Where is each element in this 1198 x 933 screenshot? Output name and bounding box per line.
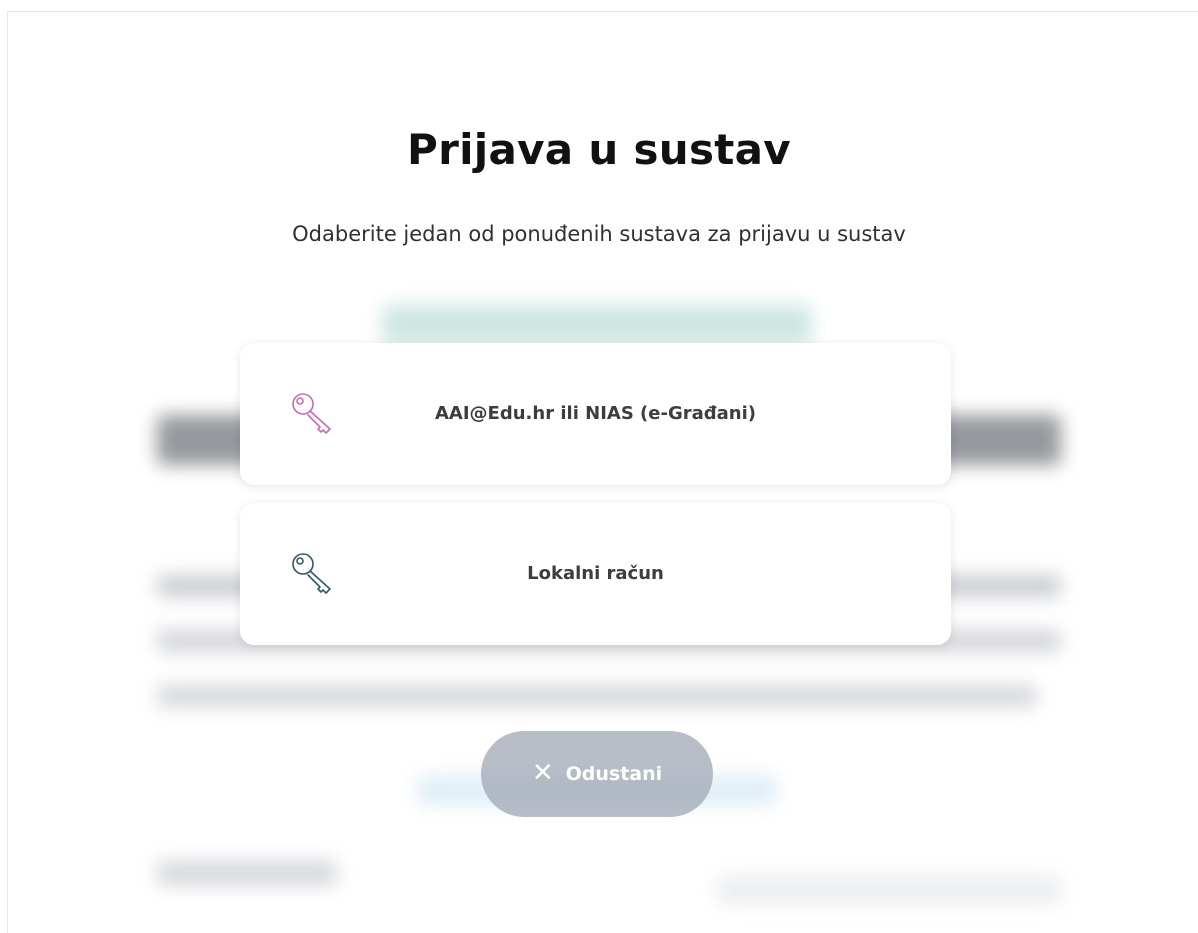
login-option-label: Lokalni račun — [527, 563, 664, 584]
login-option-aai-nias[interactable]: AAI@Edu.hr ili NIAS (e-Građani) — [240, 343, 951, 485]
page-title: Prijava u sustav — [407, 125, 791, 174]
cancel-button-label: Odustani — [565, 763, 663, 785]
login-option-label: AAI@Edu.hr ili NIAS (e-Građani) — [435, 403, 756, 424]
login-option-local-account[interactable]: Lokalni račun — [240, 503, 951, 645]
page-subtitle: Odaberite jedan od ponuđenih sustava za … — [292, 222, 906, 246]
bg-blob — [157, 685, 1037, 707]
bg-blob — [157, 860, 337, 886]
bg-blob — [717, 875, 1061, 905]
bg-blob — [382, 305, 812, 345]
close-icon: ✕ — [531, 758, 554, 788]
cancel-button[interactable]: ✕ Odustani — [481, 731, 713, 817]
